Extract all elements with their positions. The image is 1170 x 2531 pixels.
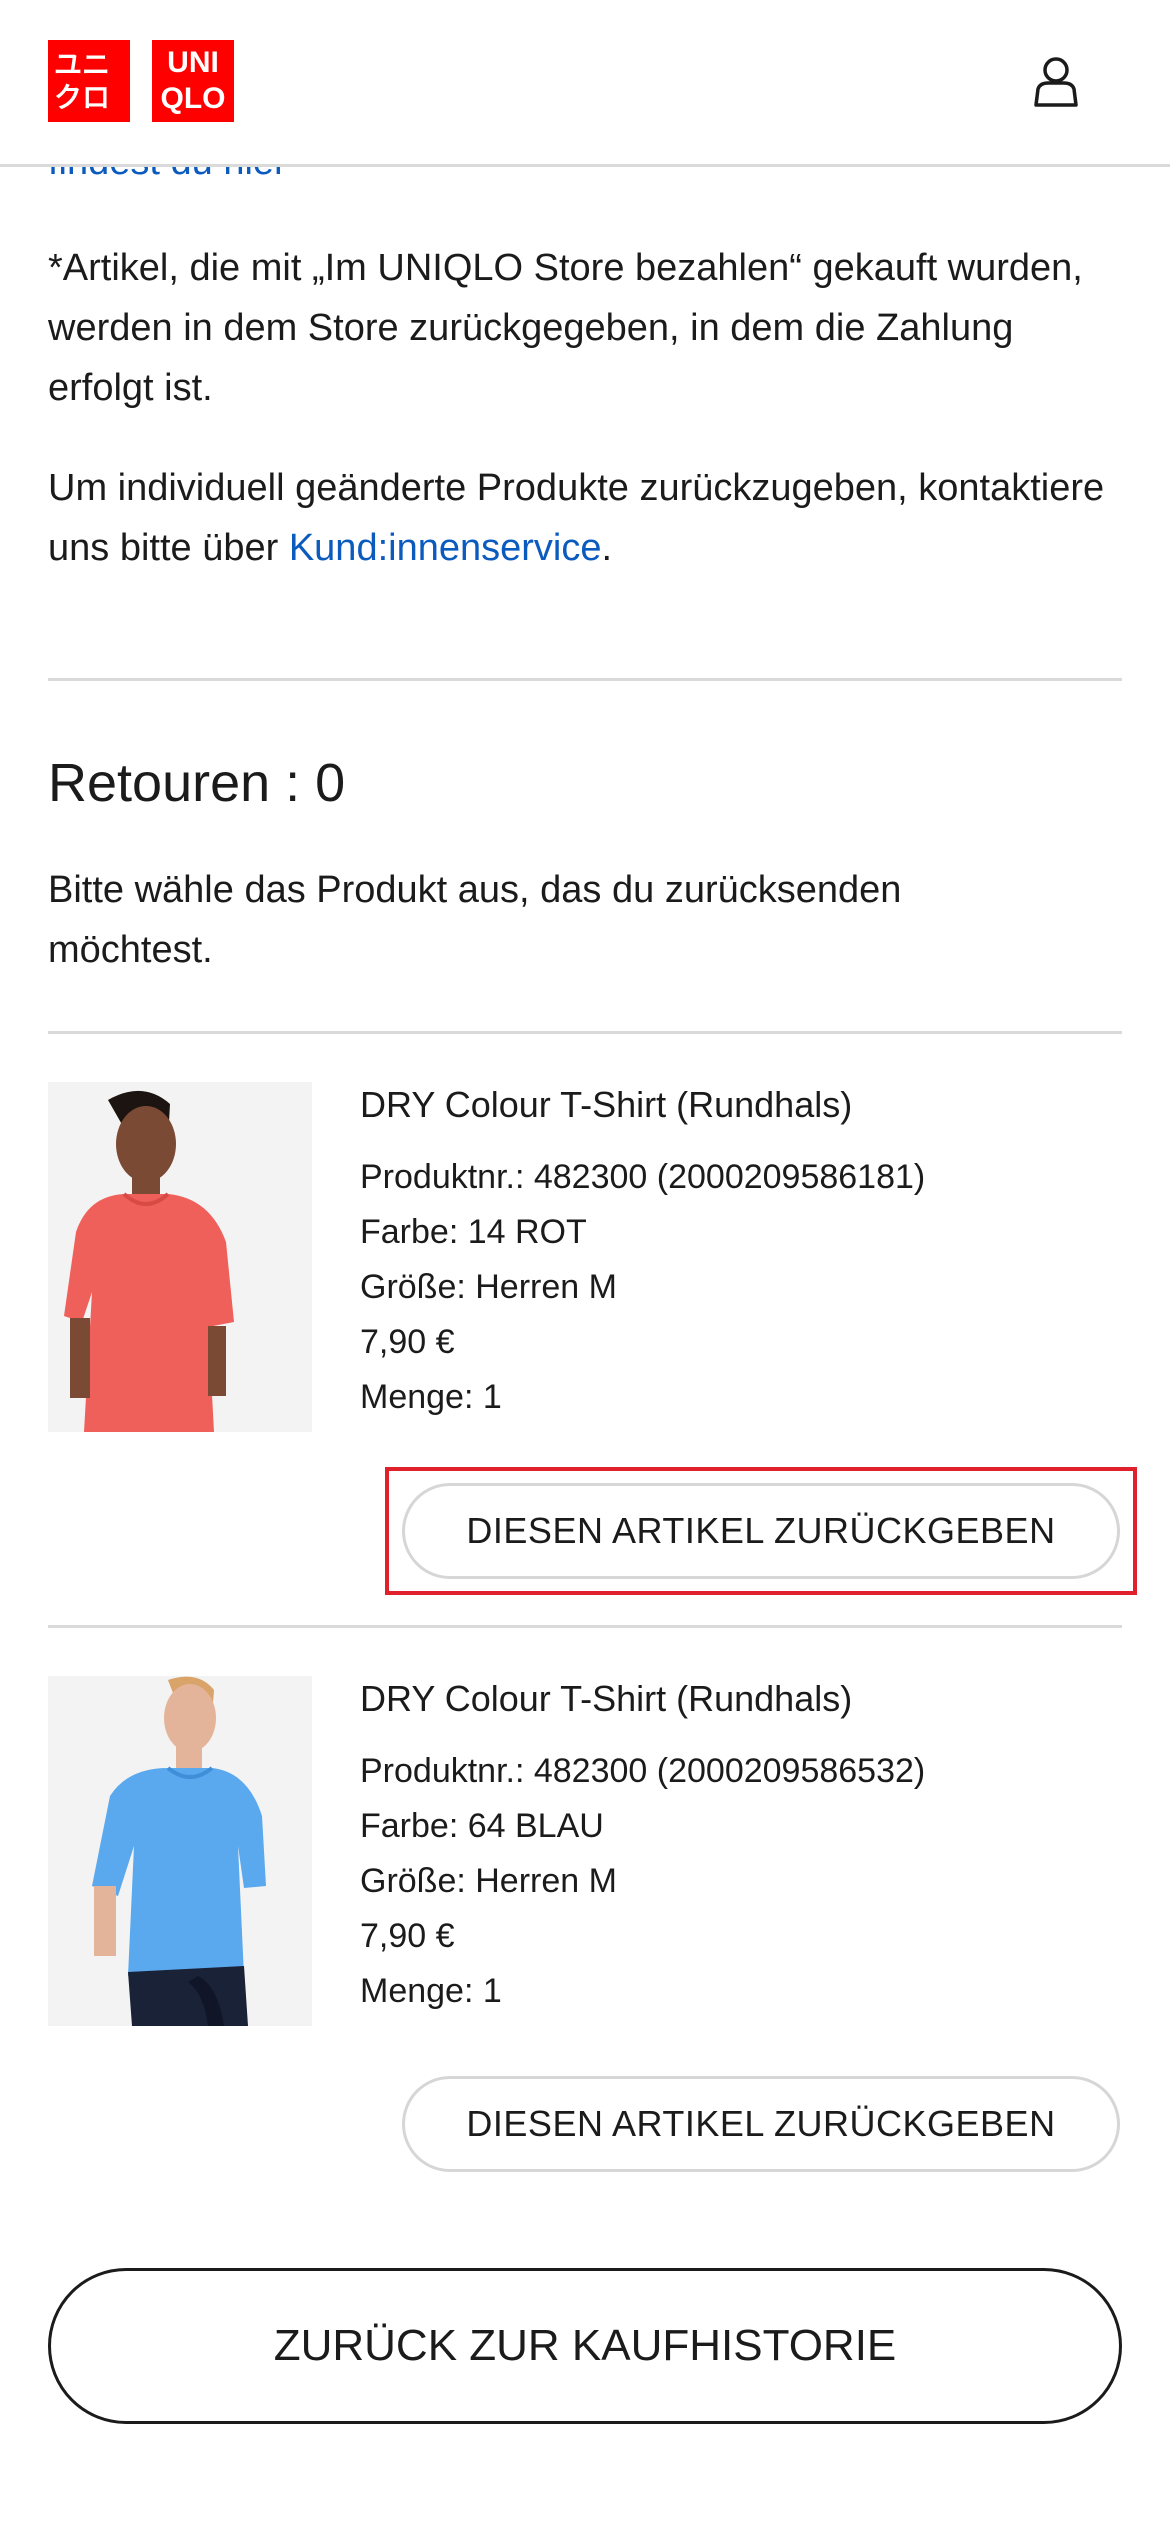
product-price: 7,90 € — [360, 1917, 455, 1955]
divider — [48, 1031, 1122, 1034]
uniqlo-katakana-logo[interactable]: ユ ニ ク ロ — [48, 40, 130, 122]
product-photo-red-shirt — [48, 1082, 312, 1432]
product-color: Farbe: 14 ROT — [360, 1213, 587, 1251]
custom-products-note: Um individuell geänderte Produkte zurück… — [48, 458, 1128, 578]
logo-glyph: ユ — [54, 48, 83, 80]
product-size: Größe: Herren M — [360, 1862, 617, 1900]
product-quantity: Menge: 1 — [360, 1378, 502, 1416]
product-image[interactable] — [48, 1676, 312, 2026]
returns-instruction: Bitte wähle das Produkt aus, das du zurü… — [48, 869, 902, 971]
product-photo-blue-shirt — [48, 1676, 312, 2026]
header-bar: ユ ニ ク ロ UNI QLO — [0, 0, 1170, 167]
return-item-button[interactable]: DIESEN ARTIKEL ZURÜCKGEBEN — [402, 2076, 1120, 2172]
product-quantity: Menge: 1 — [360, 1972, 502, 2010]
product-name[interactable]: DRY Colour T-Shirt (Rundhals) — [360, 1677, 852, 1721]
returns-title: Retouren : 0 — [48, 753, 346, 813]
user-icon[interactable] — [1032, 56, 1080, 108]
product-number: Produktnr.: 482300 (2000209586532) — [360, 1752, 926, 1790]
product-number: Produktnr.: 482300 (2000209586181) — [360, 1158, 926, 1196]
product-color: Farbe: 64 BLAU — [360, 1807, 604, 1845]
customer-service-link[interactable]: Kund:innenservice — [289, 527, 602, 569]
product-image[interactable] — [48, 1082, 312, 1432]
store-payment-note: *Artikel, die mit „Im UNIQLO Store bezah… — [48, 247, 1083, 409]
logo-text: QLO — [160, 82, 226, 115]
product-name[interactable]: DRY Colour T-Shirt (Rundhals) — [360, 1083, 852, 1127]
return-item-button[interactable]: DIESEN ARTIKEL ZURÜCKGEBEN — [402, 1483, 1120, 1579]
logo-glyph: ク — [54, 81, 83, 113]
product-size: Größe: Herren M — [360, 1268, 617, 1306]
logo-glyph: ロ — [82, 81, 111, 113]
divider — [48, 678, 1122, 681]
logo-text: UNI — [167, 46, 219, 79]
product-price: 7,90 € — [360, 1323, 455, 1361]
logo-glyph: ニ — [82, 48, 111, 80]
uniqlo-latin-logo[interactable]: UNI QLO — [152, 40, 234, 122]
back-to-purchase-history-button[interactable]: ZURÜCK ZUR KAUFHISTORIE — [48, 2268, 1122, 2424]
custom-products-end: . — [601, 527, 613, 569]
divider — [48, 1625, 1122, 1628]
